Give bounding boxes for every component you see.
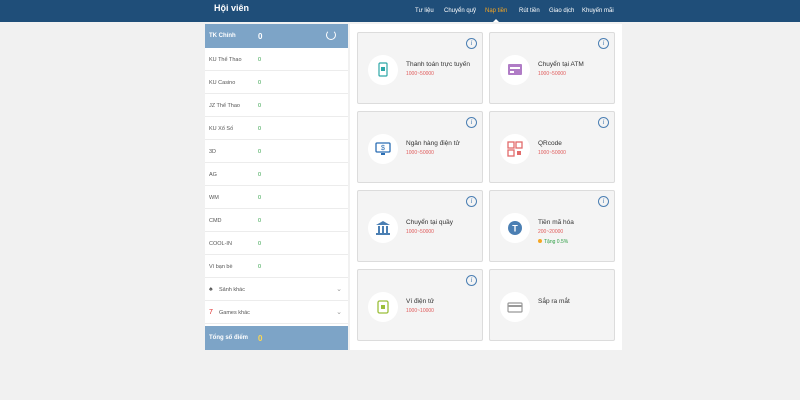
wallet-value: 0	[258, 80, 262, 86]
card-e-banking[interactable]: $ Ngân hàng điện tử 1000~50000 i	[357, 111, 483, 183]
card-title: Chuyển tại quầy	[406, 219, 453, 226]
promo-badge: Tặng 0.5%	[538, 239, 568, 245]
nav-tu-lieu[interactable]: Tư liệu	[415, 0, 434, 22]
wallet-value: 0	[258, 172, 262, 178]
spade-icon: ♠	[209, 286, 213, 293]
top-header: Hội viên Tư liệu Chuyển quỹ Nạp tiền Rút…	[0, 0, 800, 22]
nav-nap-tien[interactable]: Nạp tiền	[485, 0, 507, 22]
chevron-down-icon: ⌄	[336, 286, 342, 293]
wallet-label: COOL-IN	[209, 241, 232, 247]
crypto-icon: T	[500, 213, 530, 243]
card-crypto[interactable]: T Tiền mã hóa 200~20000 Tặng 0.5% i	[489, 190, 615, 262]
e-wallet-icon	[368, 292, 398, 322]
wallet-value: 0	[258, 264, 262, 270]
info-icon[interactable]: i	[466, 196, 477, 207]
wallet-row: WM 0	[205, 186, 348, 209]
wallet-value: 0	[258, 195, 262, 201]
info-icon[interactable]: i	[466, 117, 477, 128]
wallet-row: AG 0	[205, 163, 348, 186]
info-icon[interactable]: i	[466, 275, 477, 286]
expand-label: Sảnh khác	[219, 287, 245, 293]
card-range: 200~20000	[538, 229, 564, 235]
atm-icon	[500, 55, 530, 85]
expand-other-games[interactable]: 7 Games khác ⌄	[205, 301, 348, 324]
card-range: 1000~50000	[538, 71, 566, 77]
card-qrcode[interactable]: QRcode 1000~50000 i	[489, 111, 615, 183]
nav-khuyen-mai[interactable]: Khuyến mãi	[582, 0, 614, 22]
wallet-sidebar: TK Chính 0 KU Thể Thao 0 KU Casino 0 JZ Th…	[205, 24, 348, 350]
wallet-value: 0	[258, 149, 262, 155]
card-icon	[500, 292, 530, 322]
wallet-value: 0	[258, 241, 262, 247]
info-icon[interactable]: i	[466, 38, 477, 49]
info-icon[interactable]: i	[598, 196, 609, 207]
wallet-label: KU Casino	[209, 80, 236, 86]
wallet-value: 0	[258, 126, 262, 132]
refresh-icon[interactable]	[326, 30, 336, 40]
card-range: 1000~50000	[406, 71, 434, 77]
wallet-label: WM	[209, 195, 219, 201]
wallet-row: COOL-IN 0	[205, 232, 348, 255]
nav-rut-tien[interactable]: Rút tiền	[519, 0, 540, 22]
page-title: Hội viên	[214, 3, 250, 13]
wallet-row: Ví bạn bè 0	[205, 255, 348, 278]
card-title: Sắp ra mắt	[538, 298, 570, 305]
wallet-label: AG	[209, 172, 217, 178]
svg-text:$: $	[381, 145, 385, 152]
deposit-methods-panel: Thanh toán trực tuyến 1000~50000 i Chuyể…	[350, 24, 622, 350]
wallet-row: JZ Thể Thao 0	[205, 94, 348, 117]
card-title: Ngân hàng điện tử	[406, 140, 460, 147]
main-account-value: 0	[258, 32, 263, 41]
wallet-label: JZ Thể Thao	[209, 103, 240, 109]
wallet-label: 3D	[209, 149, 217, 155]
wallet-row: CMD 0	[205, 209, 348, 232]
wallet-row: KU Thể Thao 0	[205, 48, 348, 71]
wallet-label: KU Xổ Số	[209, 126, 234, 132]
info-icon[interactable]: i	[598, 38, 609, 49]
chevron-down-icon: ⌄	[336, 309, 342, 316]
card-bank-counter[interactable]: Chuyển tại quầy 1000~50000 i	[357, 190, 483, 262]
card-title: Ví điện tử	[406, 298, 435, 305]
wallet-value: 0	[258, 57, 262, 63]
card-online-payment[interactable]: Thanh toán trực tuyến 1000~50000 i	[357, 32, 483, 104]
bank-counter-icon	[368, 213, 398, 243]
card-coming-soon: Sắp ra mắt	[489, 269, 615, 341]
card-title: Chuyển tại ATM	[538, 61, 584, 68]
main-account-row: TK Chính 0	[205, 24, 348, 48]
total-points-label: Tổng số điểm	[209, 335, 248, 341]
card-atm[interactable]: Chuyển tại ATM 1000~50000 i	[489, 32, 615, 104]
card-range: 1000~50000	[406, 150, 434, 156]
card-range: 1000~50000	[538, 150, 566, 156]
total-points-row: Tổng số điểm 0	[205, 326, 348, 350]
expand-other-halls[interactable]: ♠ Sảnh khác ⌄	[205, 278, 348, 301]
wallet-label: KU Thể Thao	[209, 57, 242, 63]
info-icon[interactable]: i	[598, 117, 609, 128]
qrcode-icon	[500, 134, 530, 164]
nav-giao-dich[interactable]: Giao dịch	[549, 0, 574, 22]
e-banking-icon: $	[368, 134, 398, 164]
online-payment-icon	[368, 55, 398, 85]
wallet-label: Ví bạn bè	[209, 264, 233, 270]
svg-text:T: T	[512, 224, 518, 234]
wallet-row: KU Xổ Số 0	[205, 117, 348, 140]
wallet-value: 0	[258, 103, 262, 109]
card-range: 1000~50000	[406, 229, 434, 235]
wallet-row: KU Casino 0	[205, 71, 348, 94]
card-title: Tiền mã hóa	[538, 219, 574, 226]
wallet-value: 0	[258, 218, 262, 224]
expand-label: Games khác	[219, 310, 250, 316]
card-range: 1000~10000	[406, 308, 434, 314]
wallet-row: 3D 0	[205, 140, 348, 163]
main-account-label: TK Chính	[209, 33, 236, 39]
wallet-label: CMD	[209, 218, 222, 224]
card-e-wallet[interactable]: Ví điện tử 1000~10000 i	[357, 269, 483, 341]
card-title: Thanh toán trực tuyến	[406, 61, 470, 68]
total-points-value: 0	[258, 334, 263, 343]
nav-chuyen-quy[interactable]: Chuyển quỹ	[444, 0, 476, 22]
card-title: QRcode	[538, 140, 562, 147]
seven-icon: 7	[209, 309, 213, 316]
